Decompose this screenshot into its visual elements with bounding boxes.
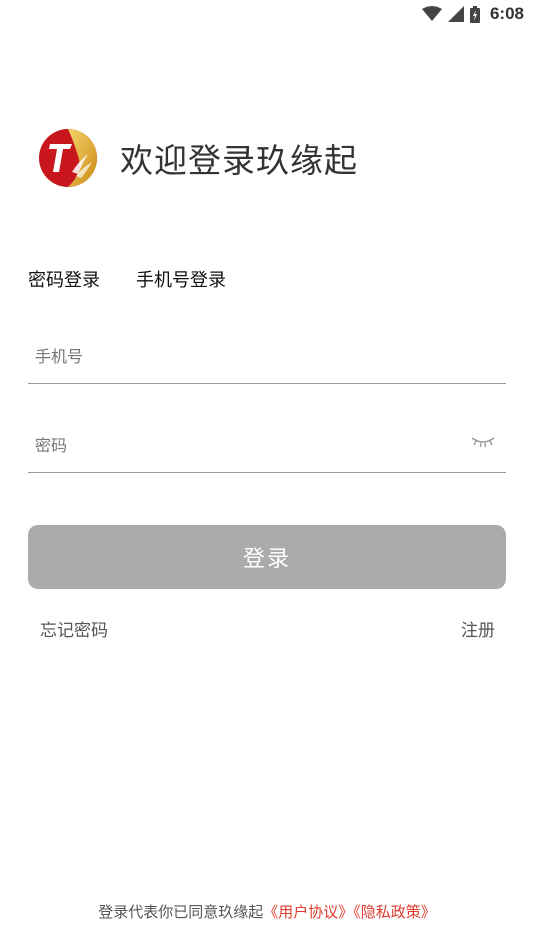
- status-icons: 6:08: [421, 4, 524, 24]
- phone-field: [28, 327, 506, 384]
- tab-phone-login[interactable]: 手机号登录: [136, 266, 226, 292]
- privacy-policy-link[interactable]: 《隐私政策》: [353, 903, 436, 921]
- user-agreement-link[interactable]: 《用户协议》: [263, 903, 353, 921]
- forgot-password-link[interactable]: 忘记密码: [40, 616, 108, 641]
- login-button[interactable]: 登录: [28, 525, 506, 589]
- footer-agreement: 登录代表你已同意玖缘起《用户协议》《隐私政策》: [0, 901, 534, 922]
- app-logo-icon: [39, 129, 97, 187]
- links-row: 忘记密码 注册: [40, 616, 495, 641]
- status-time: 6:08: [489, 4, 524, 23]
- password-input[interactable]: [33, 430, 457, 460]
- login-tabs: 密码登录 手机号登录: [28, 266, 226, 292]
- tab-password-login[interactable]: 密码登录: [28, 266, 100, 292]
- password-field: [28, 416, 506, 473]
- battery-charging-icon: [469, 5, 480, 23]
- eye-closed-icon[interactable]: [470, 432, 496, 450]
- register-link[interactable]: 注册: [461, 616, 495, 641]
- agreement-prefix: 登录代表你已同意玖缘起: [98, 903, 264, 921]
- welcome-title: 欢迎登录玖缘起: [120, 141, 358, 180]
- cellular-signal-icon: [447, 6, 464, 22]
- phone-input[interactable]: [33, 341, 457, 371]
- header: 欢迎登录玖缘起: [38, 128, 358, 188]
- wifi-icon: [421, 6, 442, 21]
- status-bar: 6:08: [0, 0, 534, 28]
